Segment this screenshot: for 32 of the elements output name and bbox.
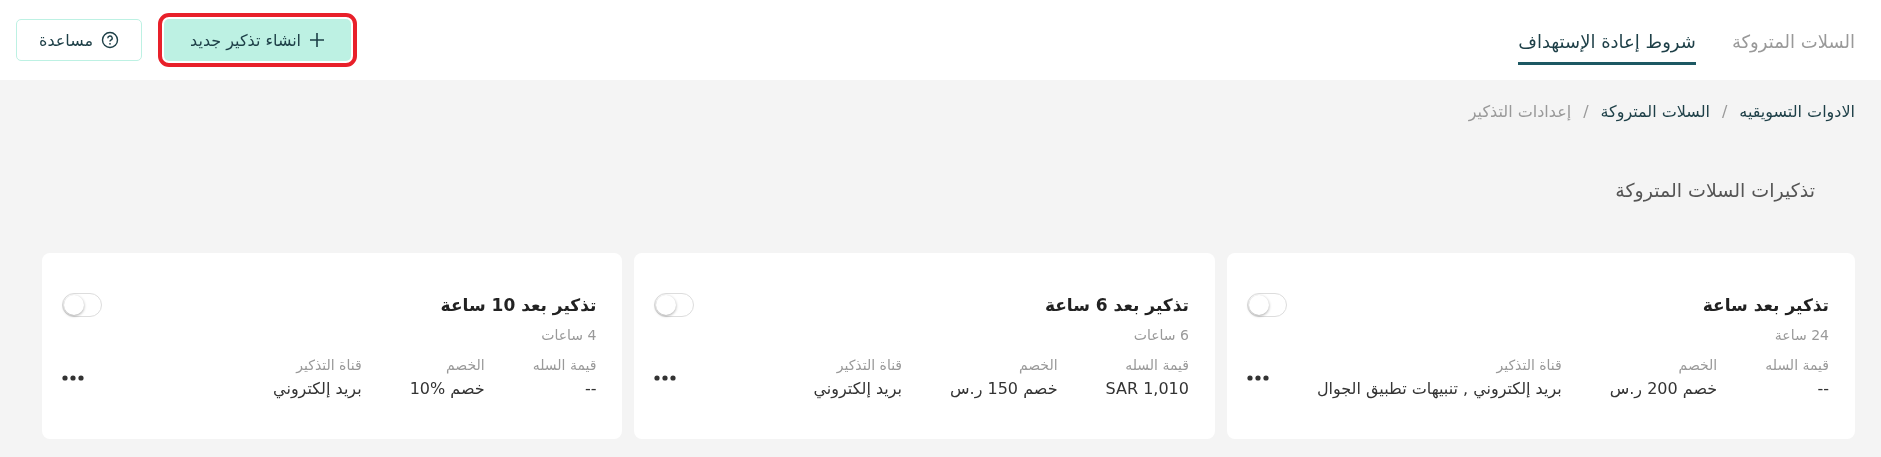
field-label: قيمة السله bbox=[532, 357, 597, 373]
field-value: خصم 150 ر.س bbox=[950, 379, 1058, 398]
breadcrumb-current: إعدادات التذكير bbox=[1468, 102, 1572, 121]
field-label: قيمة السله bbox=[1765, 357, 1829, 373]
field-value: -- bbox=[1816, 379, 1829, 398]
field-label: قيمة السله bbox=[1124, 357, 1189, 373]
breadcrumb-separator: / bbox=[1721, 102, 1728, 121]
field-label: الخصم bbox=[1677, 357, 1718, 373]
field-value: خصم 200 ر.س bbox=[1609, 379, 1718, 398]
field-label: قناة التذكير bbox=[294, 357, 362, 373]
reminder-title: تذكير بعد 10 ساعة bbox=[440, 295, 597, 315]
field-value: بريد إلكتروني bbox=[813, 379, 903, 398]
field-value: خصم %10 bbox=[409, 379, 485, 398]
help-button[interactable]: مساعدة bbox=[16, 19, 143, 61]
breadcrumb-link[interactable]: السلات المتروكة bbox=[1600, 102, 1710, 121]
section-title: تذكيرات السلات المتروكة bbox=[1614, 178, 1816, 201]
field-value: SAR 1,010 bbox=[1105, 379, 1189, 398]
reminder-delay: 24 ساعة bbox=[1773, 327, 1829, 343]
reminder-title: تذكير بعد 6 ساعة bbox=[1044, 295, 1189, 315]
breadcrumb-link[interactable]: الادوات التسويقيه bbox=[1739, 102, 1855, 121]
field-label: الخصم bbox=[1017, 357, 1058, 373]
field-label: قناة التذكير bbox=[1495, 357, 1562, 373]
field-label: الخصم bbox=[445, 357, 485, 373]
field-value: -- bbox=[583, 379, 597, 398]
reminder-title: تذكير بعد ساعة bbox=[1702, 295, 1829, 315]
reminder-delay: 4 ساعات bbox=[540, 327, 597, 343]
reminder-delay: 6 ساعات bbox=[1132, 327, 1189, 343]
breadcrumb-separator: / bbox=[1583, 102, 1589, 121]
tab[interactable]: شروط إعادة الإستهداف bbox=[1518, 21, 1696, 65]
field-value: بريد إلكتروني bbox=[273, 379, 362, 398]
field-label: قناة التذكير bbox=[835, 357, 903, 373]
field-value: بريد إلكتروني , تنبيهات تطبيق الجوال bbox=[1316, 379, 1562, 398]
